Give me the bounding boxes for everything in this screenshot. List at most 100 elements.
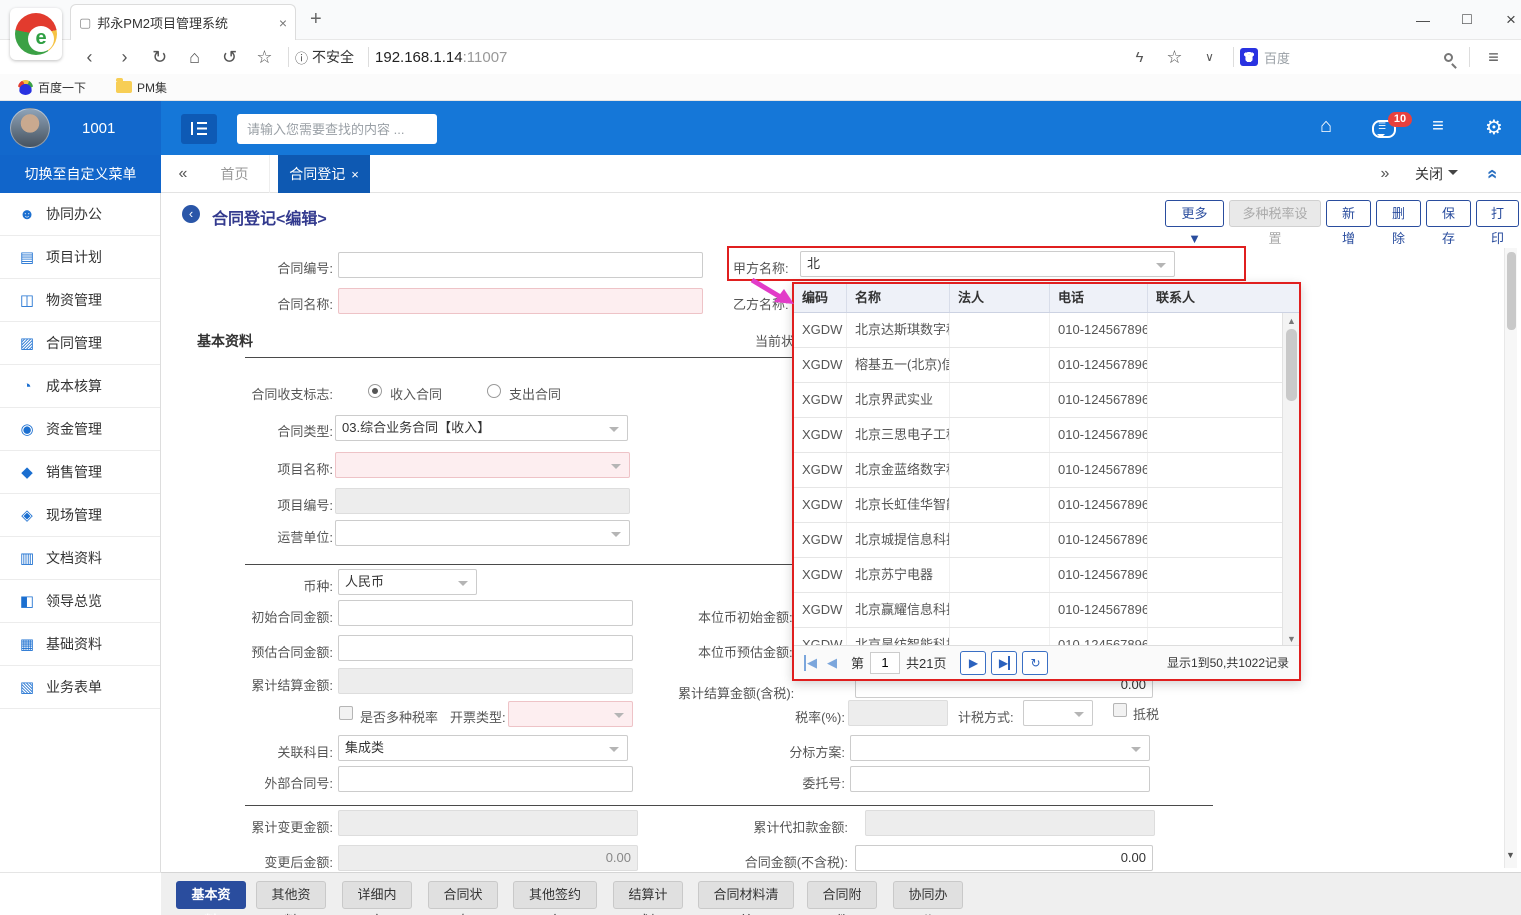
bottom-tab-basic-info[interactable]: 基本资料: [176, 881, 246, 909]
sidebar-item-sales[interactable]: ◆销售管理: [0, 451, 160, 494]
delete-button[interactable]: 删除: [1376, 200, 1421, 227]
home-icon[interactable]: ⌂: [177, 47, 212, 68]
print-button[interactable]: 打印: [1476, 200, 1519, 227]
col-phone[interactable]: 电话: [1050, 284, 1148, 312]
avatar[interactable]: [10, 108, 50, 148]
undo-icon[interactable]: ↺: [212, 47, 247, 68]
table-row[interactable]: XGDW北京赢耀信息科技010-124567896: [794, 593, 1299, 628]
operating-unit-select[interactable]: [335, 520, 630, 546]
bottom-tab-material-list[interactable]: 合同材料清单: [698, 881, 794, 909]
table-row[interactable]: XGDW北京城提信息科技010-124567896: [794, 523, 1299, 558]
table-row[interactable]: XGDW北京达斯琪数字科010-124567896: [794, 313, 1299, 348]
forward-icon[interactable]: ›: [107, 47, 142, 68]
window-close-button[interactable]: ×: [1496, 8, 1521, 32]
bid-plan-select[interactable]: [850, 735, 1150, 761]
multi-tax-label[interactable]: 是否多种税率: [360, 707, 438, 726]
bookmark-baidu[interactable]: 百度一下: [38, 79, 86, 96]
collapse-up-icon[interactable]: «: [1474, 169, 1512, 179]
browser-logo[interactable]: e: [10, 8, 62, 60]
favorite-star-icon[interactable]: ☆: [247, 47, 282, 68]
col-legal[interactable]: 法人: [950, 284, 1050, 312]
amount-no-tax-input[interactable]: 0.00: [855, 845, 1153, 871]
bottom-tab-settlement-plan[interactable]: 结算计划: [613, 881, 683, 909]
tab-close-icon[interactable]: ×: [351, 167, 359, 182]
income-radio-label[interactable]: 收入合同: [390, 384, 442, 403]
save-button[interactable]: 保存: [1426, 200, 1471, 227]
sidebar-item-project-plan[interactable]: ▤项目计划: [0, 236, 160, 279]
url-port[interactable]: :11007: [463, 49, 508, 66]
sidebar-item-base-data[interactable]: ▦基础资料: [0, 623, 160, 666]
info-icon[interactable]: ⓘ: [295, 48, 308, 67]
tax-deduct-checkbox[interactable]: [1113, 703, 1127, 717]
tab-home[interactable]: 首页: [200, 155, 270, 193]
table-row[interactable]: XGDW北京金蓝络数字科010-124567896: [794, 453, 1299, 488]
currency-select[interactable]: 人民币: [338, 569, 477, 595]
scroll-down-icon[interactable]: ▼: [1504, 850, 1517, 866]
scroll-up-icon[interactable]: ▲: [1287, 316, 1296, 326]
global-search-input[interactable]: [237, 114, 437, 144]
pager-refresh-button[interactable]: ↻: [1022, 651, 1048, 675]
sidebar-item-contract[interactable]: ▨合同管理: [0, 322, 160, 365]
col-name[interactable]: 名称: [847, 284, 950, 312]
pager-last-button[interactable]: ▶: [991, 651, 1017, 675]
bottom-tab-collaboration[interactable]: 协同办公: [893, 881, 963, 909]
user-block[interactable]: 1001: [0, 101, 161, 155]
refresh-icon[interactable]: ↻: [142, 47, 177, 68]
more-button[interactable]: 更多▼: [1165, 200, 1224, 227]
portal-home-icon[interactable]: ⌂: [1312, 115, 1340, 138]
scrollbar-thumb[interactable]: [1507, 252, 1516, 330]
tab-close-icon[interactable]: ×: [279, 15, 287, 31]
party-a-combo[interactable]: 北: [800, 251, 1175, 277]
content-scrollbar[interactable]: [1504, 248, 1517, 868]
back-button[interactable]: ‹: [182, 205, 200, 223]
multi-tax-settings-button[interactable]: 多种税率设置: [1229, 200, 1321, 227]
invoice-type-select[interactable]: [508, 701, 633, 727]
bottom-tab-other-info[interactable]: 其他资料: [256, 881, 326, 909]
sidebar-item-documents[interactable]: ▥文档资料: [0, 537, 160, 580]
browser-search-placeholder[interactable]: 百度: [1264, 48, 1444, 67]
consign-no-input[interactable]: [850, 766, 1150, 792]
table-row[interactable]: XGDW北京界武实业010-124567896: [794, 383, 1299, 418]
bottom-tab-details[interactable]: 详细内容: [342, 881, 412, 909]
back-icon[interactable]: ‹: [72, 47, 107, 68]
col-code[interactable]: 编码: [794, 284, 847, 312]
menu-toggle-button[interactable]: [181, 114, 217, 144]
expense-radio-label[interactable]: 支出合同: [509, 384, 561, 403]
project-name-select[interactable]: [335, 452, 630, 478]
popup-scrollbar[interactable]: ▲ ▼: [1282, 313, 1299, 647]
sidebar-item-collaboration[interactable]: ☻协同办公: [0, 193, 160, 236]
bottom-tab-attachments[interactable]: 合同附件: [807, 881, 877, 909]
multi-tax-checkbox[interactable]: [339, 706, 353, 720]
switch-custom-menu[interactable]: 切换至自定义菜单: [0, 155, 161, 193]
sidebar-item-funds[interactable]: ◉资金管理: [0, 408, 160, 451]
related-subject-select[interactable]: 集成类: [338, 735, 628, 761]
bookmark-star-icon[interactable]: ☆: [1157, 47, 1192, 68]
scrollbar-thumb[interactable]: [1286, 329, 1297, 401]
search-icon[interactable]: [1444, 53, 1453, 62]
sidebar-item-site[interactable]: ◈现场管理: [0, 494, 160, 537]
sidebar-item-cost[interactable]: ◔成本核算: [0, 365, 160, 408]
pager-first-icon[interactable]: ◀: [804, 655, 817, 671]
new-tab-button[interactable]: +: [310, 8, 322, 31]
menu-icon[interactable]: ≡: [1476, 47, 1511, 68]
scroll-down-icon[interactable]: ▼: [1287, 634, 1296, 644]
contract-no-input[interactable]: [338, 252, 703, 278]
chevron-down-icon[interactable]: ∨: [1192, 50, 1227, 64]
initial-amount-input[interactable]: [338, 600, 633, 626]
add-button[interactable]: 新增: [1326, 200, 1371, 227]
sidebar-item-leader-overview[interactable]: ◧领导总览: [0, 580, 160, 623]
close-tabs-dropdown[interactable]: 关闭: [1415, 155, 1458, 193]
browser-tab[interactable]: ▢ 邦永PM2项目管理系统 ×: [70, 4, 296, 40]
window-minimize-button[interactable]: —: [1408, 8, 1438, 32]
tax-deduct-label[interactable]: 抵税: [1133, 704, 1159, 723]
url-host[interactable]: 192.168.1.14: [375, 49, 463, 66]
table-row[interactable]: XGDW北京长虹佳华智能010-124567896: [794, 488, 1299, 523]
tax-method-select[interactable]: [1023, 700, 1093, 726]
col-contact[interactable]: 联系人: [1148, 284, 1279, 312]
external-no-input[interactable]: [338, 766, 633, 792]
bookmark-pm-folder[interactable]: PM集: [137, 79, 167, 96]
window-maximize-button[interactable]: □: [1452, 8, 1482, 32]
table-row[interactable]: XGDW北京苏宁电器010-124567896: [794, 558, 1299, 593]
pager-prev-icon[interactable]: ◀: [827, 655, 837, 671]
contract-name-input[interactable]: [338, 288, 703, 314]
